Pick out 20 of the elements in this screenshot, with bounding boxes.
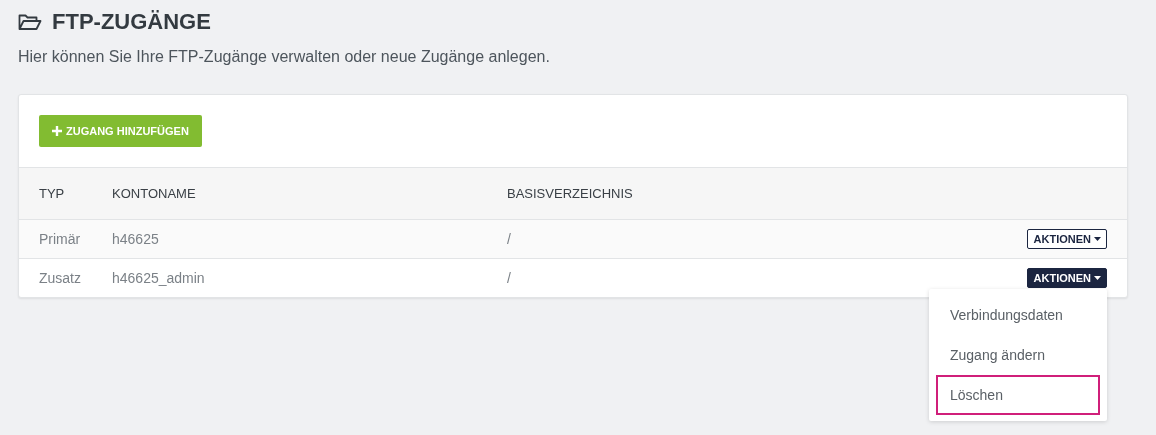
page-description: Hier können Sie Ihre FTP-Zugänge verwalten oder neue Zugänge anlegen. [18, 48, 551, 66]
table-cell-text: h46625 [112, 231, 160, 247]
caret-icon [1094, 276, 1101, 280]
column-header: BASISVERZEICHNIS [507, 186, 634, 201]
page-title: FTP-ZUGÄNGE [52, 9, 211, 35]
table-cell-text: Primär [39, 231, 82, 247]
menu-item[interactable]: Verbindungsdaten [936, 295, 1100, 335]
menu-item[interactable]: Löschen [936, 375, 1100, 415]
actions-dropdown-button[interactable]: AKTIONEN [1026, 229, 1107, 249]
actions-dropdown-button[interactable]: AKTIONEN [1026, 268, 1107, 288]
table-cell-text: Zusatz [39, 270, 82, 286]
plus-icon [52, 126, 62, 136]
table-cell-text: / [507, 270, 512, 286]
column-header: TYP [39, 186, 66, 201]
caret-icon [1094, 237, 1101, 241]
table-cell-text: h46625_admin [112, 270, 206, 286]
column-header: KONTONAME [112, 186, 197, 201]
folder-icon [18, 13, 42, 31]
table-cell-text: / [507, 231, 512, 247]
menu-item[interactable]: Zugang ändern [936, 335, 1100, 375]
